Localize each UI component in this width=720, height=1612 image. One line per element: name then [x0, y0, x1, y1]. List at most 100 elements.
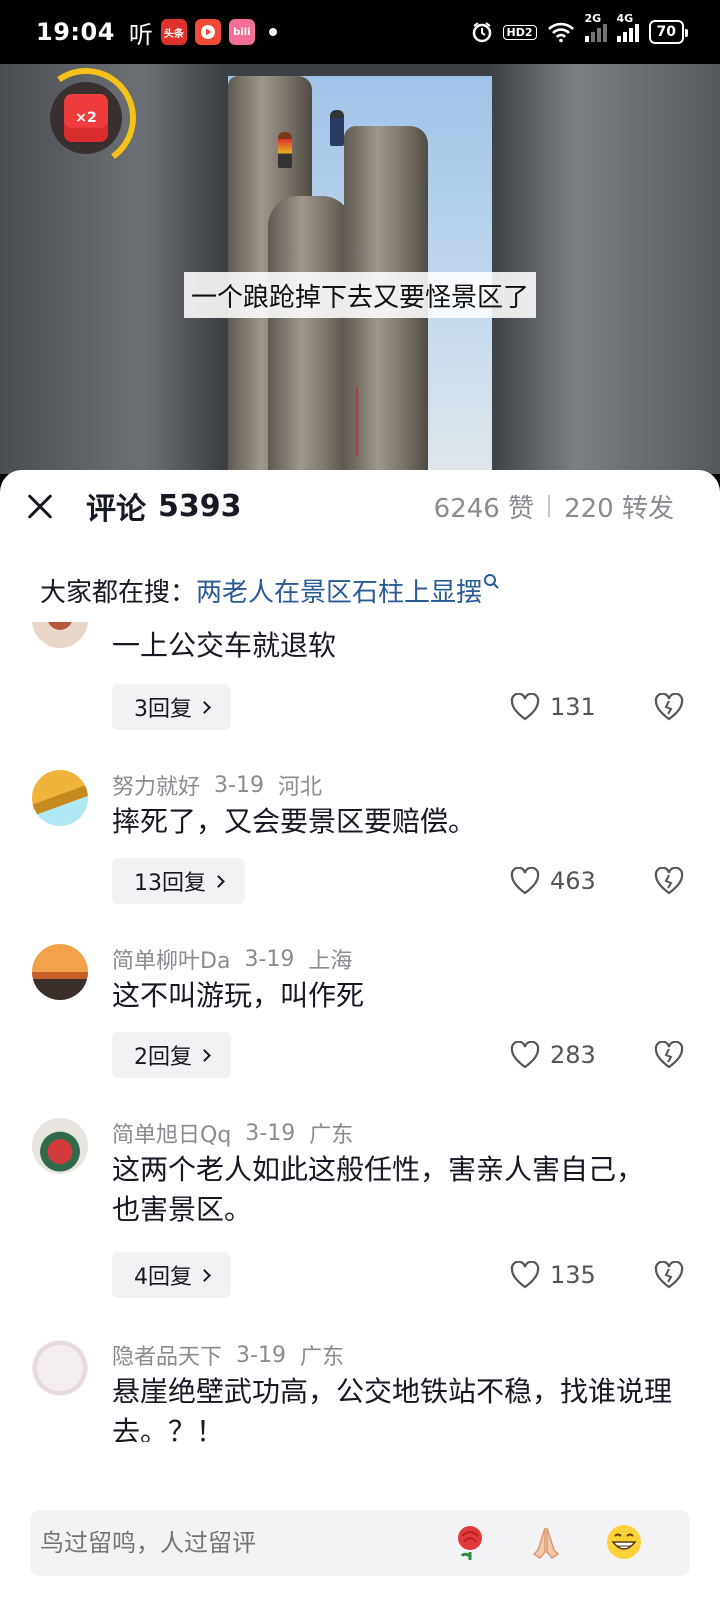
comment-location: 广东: [299, 1345, 344, 1370]
redpacket-icon: ×2: [64, 94, 108, 142]
heart-icon: [510, 1261, 540, 1289]
video-caption: 一个踉跄掉下去又要怪景区了: [184, 272, 536, 318]
trending-search: 大家都在搜： 两老人在景区石柱上显摆: [40, 570, 497, 610]
like-button[interactable]: 283: [510, 1032, 596, 1078]
dislike-button[interactable]: [652, 684, 686, 730]
rose-emoji[interactable]: [448, 1520, 492, 1564]
signal-4g-bars-icon: [616, 22, 639, 42]
bilibili-app-icon: bili: [228, 19, 255, 45]
comments-title-label: 评论: [86, 492, 146, 527]
replies-button[interactable]: 2回复: [112, 1032, 231, 1078]
toutiao-app-icon: 头条: [160, 19, 187, 45]
wifi-icon: [547, 22, 574, 43]
red-inscription: [356, 386, 376, 456]
comment-meta: 隐者品天下 3-19 广东: [112, 1339, 344, 1371]
replies-button[interactable]: 3回复: [112, 684, 231, 730]
avatar[interactable]: [32, 1340, 88, 1396]
broken-heart-icon: [654, 1041, 684, 1069]
chevron-right-icon: [198, 700, 211, 714]
avatar[interactable]: [32, 944, 88, 1000]
comments-stats: 6246 赞 220 转发: [434, 486, 674, 526]
comment-location: 河北: [277, 775, 322, 800]
replies-label: 3回复: [134, 697, 192, 722]
like-count: 463: [550, 867, 596, 895]
heart-icon: [510, 867, 540, 895]
avatar[interactable]: [32, 1118, 88, 1174]
redpacket-widget[interactable]: ×2: [28, 64, 144, 176]
trending-search-prefix: 大家都在搜：: [40, 577, 197, 608]
comment-date: 3-19: [245, 1120, 296, 1146]
dislike-button[interactable]: [652, 1252, 686, 1298]
chevron-right-icon: [198, 1048, 211, 1062]
comment-text: 悬崖绝壁武功高，公交地铁站不稳，找谁说理去。？！: [112, 1375, 673, 1442]
person-climber: [278, 132, 292, 168]
person-on-pillar: [330, 110, 344, 146]
shares-stat[interactable]: 220 转发: [564, 488, 674, 525]
comment-date: 3-19: [214, 772, 264, 798]
replies-label: 2回复: [134, 1045, 192, 1070]
status-right: HD2 2G 4G 70: [471, 12, 689, 44]
status-bar: 19:04 听 头条 bili HD2 2G 4G 70: [0, 0, 720, 64]
trending-search-link[interactable]: 两老人在景区石柱上显摆: [196, 572, 482, 609]
search-icon[interactable]: [484, 574, 497, 586]
comment-username[interactable]: 隐者品天下: [112, 1339, 222, 1371]
like-button[interactable]: 463: [510, 858, 596, 904]
chevron-right-icon: [212, 874, 225, 888]
comment-text: 摔死了，又会要景区要赔偿。: [112, 805, 477, 838]
comment-input[interactable]: [40, 1529, 430, 1557]
replies-label: 4回复: [134, 1265, 192, 1290]
notification-dot-icon: [268, 28, 277, 36]
hd-badge: HD2: [502, 24, 537, 40]
comment-input-bar: [30, 1510, 690, 1576]
listen-icon: 听: [128, 20, 153, 49]
broken-heart-icon: [654, 1261, 684, 1289]
dislike-button[interactable]: [652, 858, 686, 904]
like-count: 135: [550, 1261, 596, 1289]
comment-date: 3-19: [244, 946, 295, 972]
stats-divider: [548, 495, 551, 517]
signal-2g-label: 2G: [584, 12, 602, 25]
signal-4g: 4G: [616, 12, 639, 42]
replies-button[interactable]: 13回复: [112, 858, 245, 904]
pray-emoji[interactable]: [524, 1520, 568, 1564]
replies-button[interactable]: 4回复: [112, 1252, 231, 1298]
comment-text: 这不叫游玩，叫作死: [112, 979, 365, 1012]
comment-username[interactable]: 努力就好: [112, 769, 200, 801]
comment-date: 3-19: [236, 1342, 286, 1368]
comment-meta: 简单旭日Qq 3-19 广东: [112, 1117, 354, 1149]
avatar[interactable]: [32, 770, 88, 826]
status-left: 19:04 听 头条 bili: [36, 15, 277, 50]
avatar[interactable]: [32, 622, 88, 648]
dislike-button[interactable]: [652, 1032, 686, 1078]
status-time: 19:04: [36, 18, 115, 46]
comment-meta: 努力就好 3-19 河北: [112, 769, 322, 801]
comment-meta: 简单柳叶Da 3-19 上海: [112, 943, 353, 975]
comment-location: 广东: [309, 1123, 354, 1148]
replies-label: 13回复: [134, 871, 206, 896]
grin-emoji[interactable]: [602, 1520, 646, 1564]
like-button[interactable]: 135: [510, 1252, 596, 1298]
like-count: 131: [550, 693, 596, 721]
close-icon[interactable]: [20, 486, 60, 526]
battery-icon: 70: [648, 20, 689, 44]
comment-text: 这两个老人如此这般任性，害亲人害自己，也害景区。: [112, 1153, 645, 1226]
comment-list[interactable]: 一上公交车就退软 3回复 131 努力就好 3-19 河北 摔死了，又会要景区要…: [0, 622, 720, 1442]
signal-2g: 2G: [584, 12, 607, 42]
chevron-right-icon: [198, 1268, 211, 1282]
redpacket-button[interactable]: ×2: [50, 82, 122, 154]
like-button[interactable]: 131: [510, 684, 596, 730]
comment-username[interactable]: 简单柳叶Da: [112, 943, 230, 975]
likes-stat: 6246 赞: [433, 493, 535, 524]
heart-icon: [510, 693, 540, 721]
comment-sheet: 评论 5393 6246 赞 220 转发 大家都在搜： 两老人在景区石柱上显摆…: [0, 470, 720, 1612]
comment-text: 一上公交车就退软: [112, 629, 337, 662]
broken-heart-icon: [654, 867, 684, 895]
comments-count: 5393: [158, 488, 242, 524]
heart-icon: [510, 1041, 540, 1069]
rock-middle: [268, 196, 352, 474]
comment-username[interactable]: 简单旭日Qq: [112, 1117, 231, 1149]
video-player[interactable]: 一个踉跄掉下去又要怪景区了 ×2: [0, 64, 720, 474]
comment-location: 上海: [308, 949, 353, 974]
video-app-icon: [194, 19, 221, 45]
comments-title: 评论 5393: [86, 486, 242, 528]
